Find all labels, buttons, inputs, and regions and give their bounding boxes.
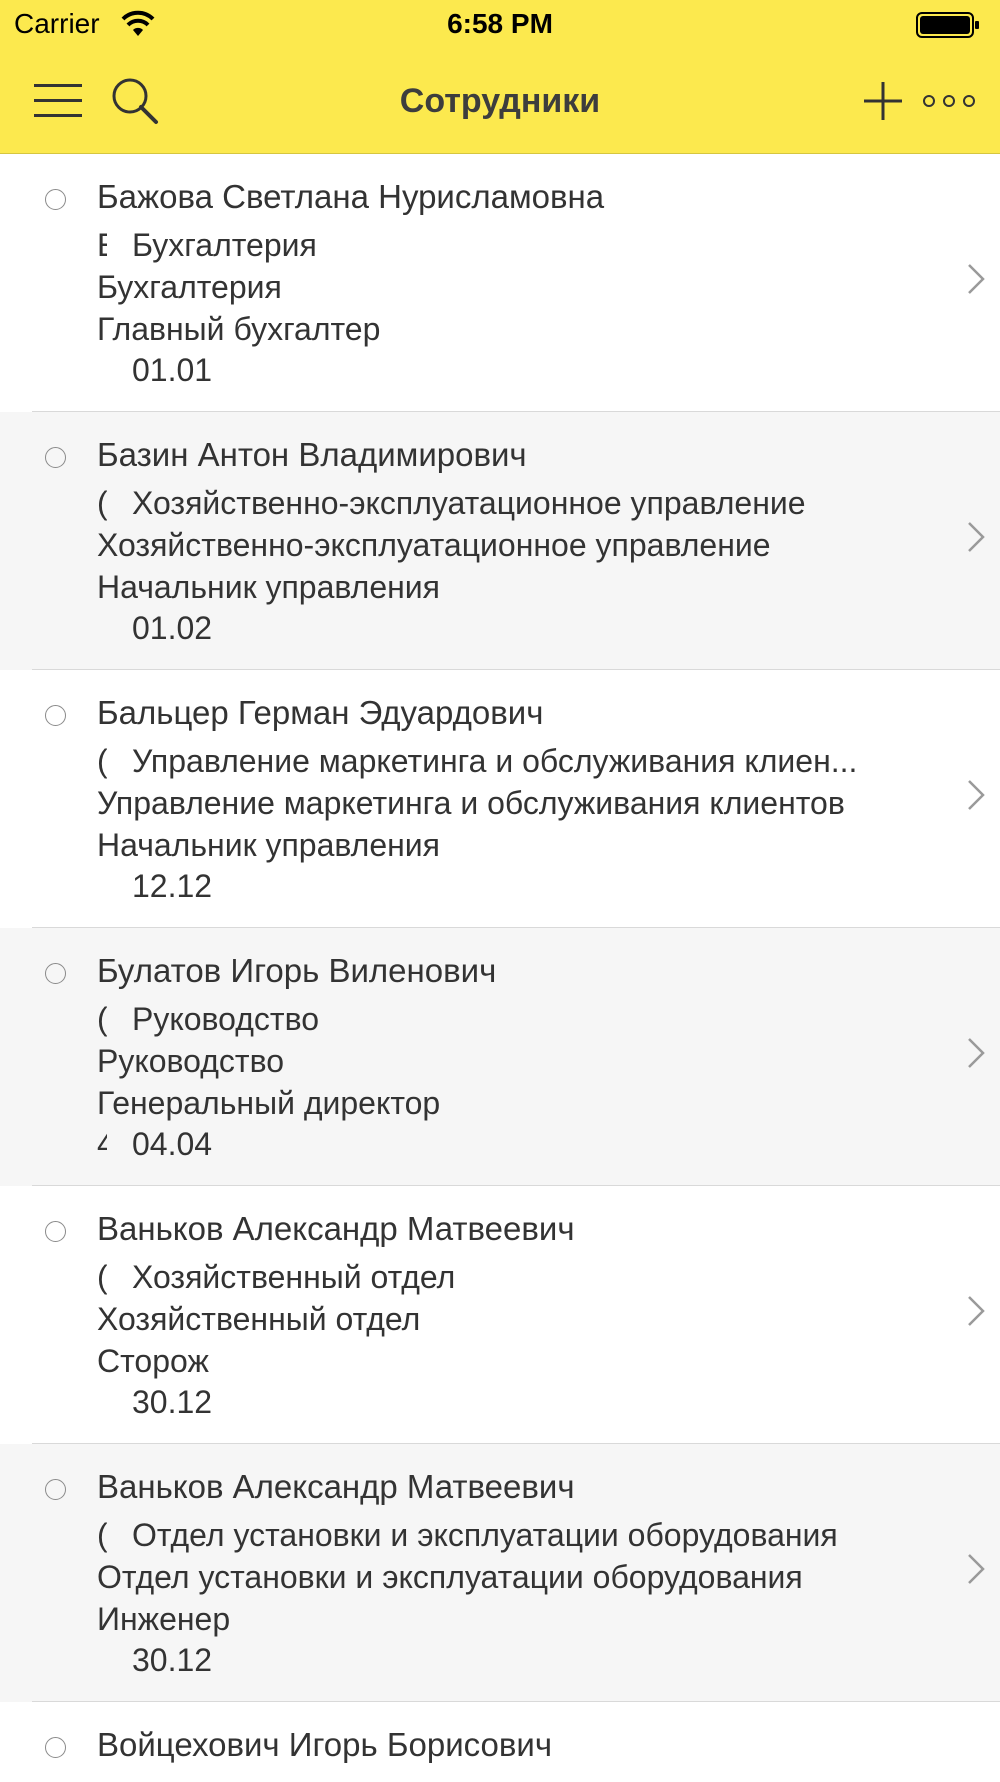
chevron-right-icon — [968, 1038, 985, 1068]
position-line: Начальник управления — [97, 827, 440, 863]
line-prefix: 4 — [97, 1126, 107, 1162]
selection-radio[interactable] — [45, 1479, 66, 1500]
subdivision-line: Хозяйственный отдел — [132, 1259, 456, 1295]
list-item[interactable]: Булатов Игорь Виленович ( Руководство Ру… — [0, 928, 1000, 1186]
selection-radio[interactable] — [45, 1221, 66, 1242]
plus-icon[interactable] — [862, 80, 904, 122]
line-prefix: ( — [97, 1517, 107, 1553]
employee-name: Бажова Светлана Нурисламовна — [97, 178, 605, 215]
department-line: Руководство — [97, 1043, 284, 1079]
selection-radio[interactable] — [45, 963, 66, 984]
position-line: Главный бухгалтер — [97, 311, 381, 347]
selection-radio[interactable] — [45, 189, 66, 210]
list-item[interactable]: Базин Антон Владимирович ( Хозяйственно-… — [0, 412, 1000, 670]
date-line: 30.12 — [132, 1384, 213, 1420]
employee-name: Ваньков Александр Матвеевич — [97, 1468, 575, 1505]
chevron-right-icon — [968, 264, 985, 294]
department-line: Хозяйственный отдел — [97, 1301, 421, 1337]
date-line: 01.01 — [132, 352, 213, 388]
line-prefix: ( — [97, 743, 107, 779]
clock: 6:58 PM — [447, 8, 553, 39]
list-item[interactable]: Ваньков Александр Матвеевич ( Хозяйствен… — [0, 1186, 1000, 1444]
subdivision-line: Руководство — [132, 1001, 319, 1037]
battery-icon — [916, 12, 979, 38]
department-line: Управление маркетинга и обслуживания кли… — [97, 785, 845, 821]
employee-name: Базин Антон Владимирович — [97, 436, 527, 473]
subdivision-line: Бухгалтерия — [132, 227, 317, 263]
employee-name: Ваньков Александр Матвеевич — [97, 1210, 575, 1247]
chevron-right-icon — [968, 1554, 985, 1584]
subdivision-line: Отдел установки и эксплуатации оборудова… — [132, 1517, 838, 1553]
date-line: 04.04 — [132, 1126, 213, 1162]
page-title: Сотрудники — [399, 82, 601, 120]
department-line: Хозяйственно-эксплуатационное управление — [97, 527, 771, 563]
navigation-bar: Сотрудники — [0, 50, 1000, 154]
position-line: Генеральный директор — [97, 1085, 441, 1121]
list-item[interactable]: Ваньков Александр Матвеевич ( Отдел уста… — [0, 1444, 1000, 1702]
employee-name: Бальцер Герман Эдуардович — [97, 694, 544, 731]
selection-radio[interactable] — [45, 447, 66, 468]
date-line: 01.02 — [132, 610, 213, 646]
list-item[interactable]: Войцехович Игорь Борисович — [0, 1702, 1000, 1782]
date-line: 30.12 — [132, 1642, 213, 1678]
position-line: Инженер — [97, 1601, 231, 1637]
list-item[interactable]: Бальцер Герман Эдуардович ( Управление м… — [0, 670, 1000, 928]
employee-name: Булатов Игорь Виленович — [97, 952, 497, 989]
chevron-right-icon — [968, 522, 985, 552]
line-prefix: ( — [97, 1001, 107, 1037]
status-bar: Carrier 6:58 PM — [0, 0, 1000, 50]
subdivision-line: Управление маркетинга и обслуживания кли… — [132, 743, 858, 779]
line-prefix: ( — [97, 485, 107, 521]
selection-radio[interactable] — [45, 705, 66, 726]
position-line: Начальник управления — [97, 569, 440, 605]
department-line: Бухгалтерия — [97, 269, 282, 305]
list-item[interactable]: Бажова Светлана Нурисламовна Е Бухгалтер… — [0, 154, 1000, 412]
subdivision-line: Хозяйственно-эксплуатационное управление — [132, 485, 806, 521]
date-line: 12.12 — [132, 868, 213, 904]
position-line: Сторож — [97, 1343, 209, 1379]
more-dots-icon[interactable] — [922, 90, 976, 112]
line-prefix: Е — [97, 227, 107, 264]
chevron-right-icon — [968, 1296, 985, 1326]
selection-radio[interactable] — [45, 1737, 66, 1758]
department-line: Отдел установки и эксплуатации оборудова… — [97, 1559, 803, 1595]
line-prefix: ( — [97, 1259, 107, 1295]
employee-list: Бажова Светлана Нурисламовна Е Бухгалтер… — [0, 154, 1000, 1782]
chevron-right-icon — [968, 780, 985, 810]
employee-name: Войцехович Игорь Борисович — [97, 1726, 553, 1763]
